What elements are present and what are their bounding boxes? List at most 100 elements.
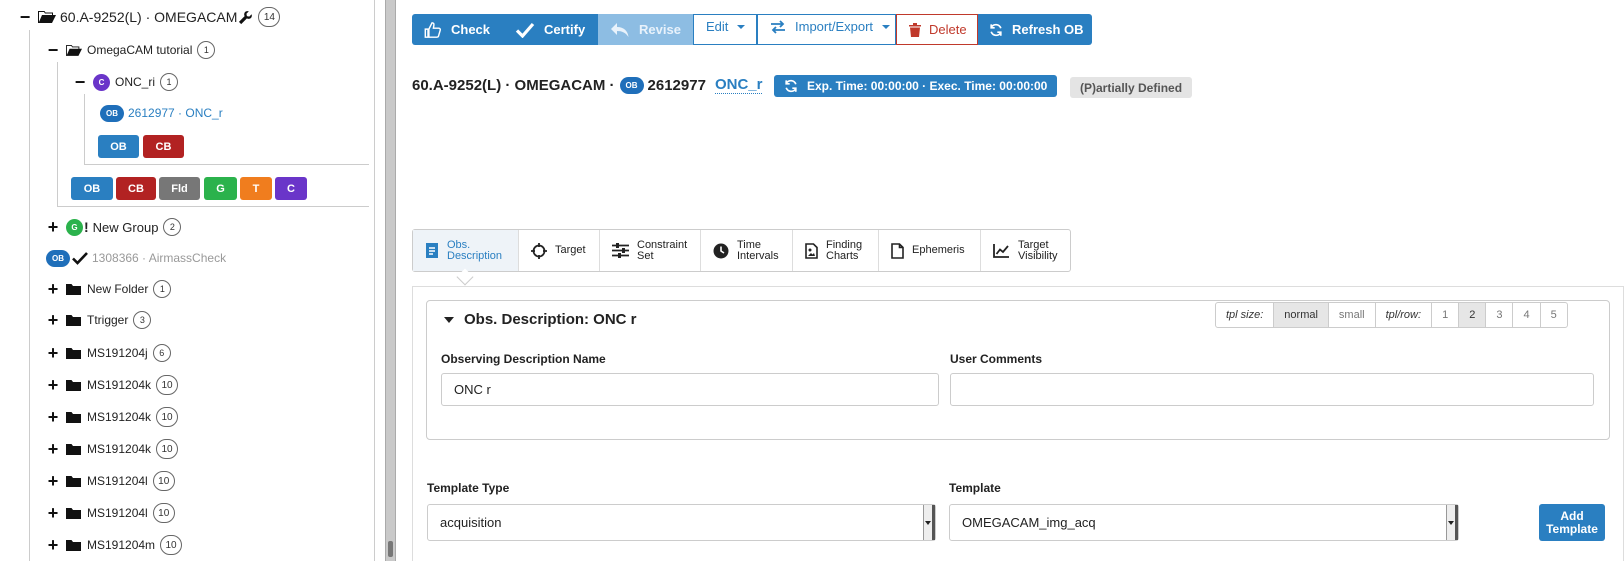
add-concatenation-button[interactable]: C (275, 177, 307, 200)
tpl-size-normal[interactable]: normal (1274, 303, 1329, 327)
expand-icon[interactable]: + (46, 440, 60, 458)
tree-node-label: MS191204k (87, 378, 152, 392)
tree-node-folder[interactable]: + New Folder 1 (46, 277, 172, 301)
tree-node-folder[interactable]: + MS191204k 10 (46, 373, 179, 397)
expand-icon[interactable]: + (46, 376, 60, 394)
add-cb-button[interactable]: CB (143, 135, 184, 158)
tpl-row-4[interactable]: 4 (1513, 303, 1541, 327)
exposure-time-badge[interactable]: Exp. Time: 00:00:00 · Exec. Time: 00:00:… (774, 75, 1058, 97)
file-image-icon (805, 242, 818, 259)
collapse-icon[interactable]: − (73, 73, 87, 91)
exposure-time-label: Exp. Time: 00:00:00 · Exec. Time: 00:00:… (807, 79, 1048, 93)
folder-icon (66, 540, 81, 551)
tree-node-new-group[interactable]: + G ! New Group 2 (46, 215, 182, 239)
child-count-badge: 1 (160, 73, 179, 91)
tree-node-label: OmegaCAM tutorial (87, 43, 193, 57)
tree-node-root[interactable]: − 60.A-9252(L) · OMEGACAM 14 (18, 5, 281, 29)
edit-dropdown-button[interactable]: Edit (693, 14, 757, 45)
clock-icon (713, 243, 729, 258)
expand-icon[interactable]: + (46, 408, 60, 426)
collapse-icon[interactable]: − (18, 8, 32, 26)
tree-node-ob[interactable]: OB 2612977 · ONC_r (100, 101, 223, 125)
user-comments-input[interactable] (950, 373, 1594, 406)
expand-icon[interactable]: + (46, 218, 60, 236)
tree-node-label: MS191204j (87, 346, 148, 360)
ob-badge: OB (46, 249, 70, 267)
add-folder-button[interactable]: Fld (159, 177, 200, 200)
chevron-down-icon[interactable] (923, 505, 935, 540)
expand-icon[interactable]: + (46, 344, 60, 362)
tree-guide-line (84, 94, 85, 164)
folder-icon (66, 412, 81, 423)
import-export-label: Import/Export (795, 19, 874, 34)
child-count-badge: 1 (197, 41, 216, 59)
chevron-down-icon[interactable] (1446, 505, 1458, 540)
delete-button[interactable]: Delete (896, 14, 978, 45)
collapse-icon[interactable]: − (46, 41, 60, 59)
expand-icon[interactable]: + (46, 472, 60, 490)
ob-name-link[interactable]: ONC_r (714, 76, 763, 94)
tree-node-label[interactable]: 1308366 · AirmassCheck (92, 251, 226, 265)
tab-target[interactable]: Target (519, 230, 600, 271)
tree-node-label[interactable]: 2612977 · ONC_r (128, 106, 223, 120)
folder-icon (66, 508, 81, 519)
expand-icon[interactable]: + (46, 504, 60, 522)
tpl-row-3[interactable]: 3 (1486, 303, 1514, 327)
tree-node-folder[interactable]: + MS191204m 10 (46, 533, 183, 557)
tree-node-label: New Group (92, 219, 159, 235)
line-chart-icon (993, 244, 1009, 258)
obs-name-input[interactable]: ONC r (441, 373, 939, 406)
tree-node-folder[interactable]: + MS191204j 6 (46, 341, 171, 365)
caret-down-icon (737, 24, 746, 29)
panel-splitter[interactable] (385, 0, 396, 561)
tpl-size-small[interactable]: small (1329, 303, 1376, 327)
template-type-select[interactable]: acquisition (427, 504, 936, 541)
tree-node-folder[interactable]: + MS191204k 10 (46, 437, 179, 461)
edit-label: Edit (706, 19, 729, 34)
template-type-label: Template Type (427, 481, 510, 495)
tab-obs-description[interactable]: Obs. Description (413, 230, 519, 271)
tree-node-label: MS191204k (87, 442, 152, 456)
wrench-icon[interactable] (238, 10, 253, 25)
child-count-badge: 3 (133, 311, 152, 329)
tree-node-folder[interactable]: + MS191204l 10 (46, 501, 175, 525)
obs-description-header[interactable]: Obs. Description: ONC r (444, 311, 637, 328)
add-ob-button[interactable]: OB (71, 177, 113, 200)
tpl-row-5[interactable]: 5 (1541, 303, 1567, 327)
tpl-row-1[interactable]: 1 (1432, 303, 1460, 327)
tab-finding-charts[interactable]: Finding Charts (793, 230, 879, 271)
tree-node-tutorial[interactable]: − OmegaCAM tutorial 1 (46, 38, 216, 62)
tab-time-intervals[interactable]: Time Intervals (701, 230, 793, 271)
add-template-button[interactable]: Add Template (1539, 504, 1605, 541)
tab-label-line2: Visibility (1018, 249, 1058, 262)
tree-node-folder[interactable]: + MS191204k 10 (46, 405, 179, 429)
tpl-row-2[interactable]: 2 (1459, 303, 1487, 327)
template-select[interactable]: OMEGACAM_img_acq (949, 504, 1459, 541)
import-export-dropdown-button[interactable]: Import/Export (757, 14, 896, 45)
refresh-ob-button[interactable]: Refresh OB (978, 14, 1092, 45)
tab-ephemeris[interactable]: Ephemeris (879, 230, 981, 271)
tab-constraint-set[interactable]: Constraint Set (600, 230, 701, 271)
expand-icon[interactable]: + (46, 280, 60, 298)
add-ob-button[interactable]: OB (98, 135, 139, 158)
tree-node-folder[interactable]: + Ttrigger 3 (46, 308, 152, 332)
expand-icon[interactable]: + (46, 536, 60, 554)
add-timelink-button[interactable]: T (240, 177, 272, 200)
template-value: OMEGACAM_img_acq (962, 515, 1096, 530)
collapse-triangle-icon[interactable] (444, 316, 454, 323)
group-badge: G (66, 218, 83, 236)
splitter-grip-icon[interactable] (388, 541, 393, 557)
folder-icon (66, 380, 81, 391)
add-cb-button[interactable]: CB (116, 177, 156, 200)
tree-node-airmass[interactable]: OB 1308366 · AirmassCheck (46, 246, 226, 270)
tree-node-onc-ri[interactable]: − C ONC_ri 1 (73, 70, 179, 94)
tab-target-visibility[interactable]: Target Visibility (981, 230, 1070, 271)
add-group-button[interactable]: G (204, 177, 237, 200)
check-button[interactable]: Check (412, 14, 504, 45)
tree-node-folder[interactable]: + MS191204l 10 (46, 469, 175, 493)
certify-button[interactable]: Certify (504, 14, 598, 45)
expand-icon[interactable]: + (46, 311, 60, 329)
tree-guide-line (57, 62, 58, 206)
certify-label: Certify (544, 22, 586, 37)
revise-button[interactable]: Revise (598, 14, 693, 45)
